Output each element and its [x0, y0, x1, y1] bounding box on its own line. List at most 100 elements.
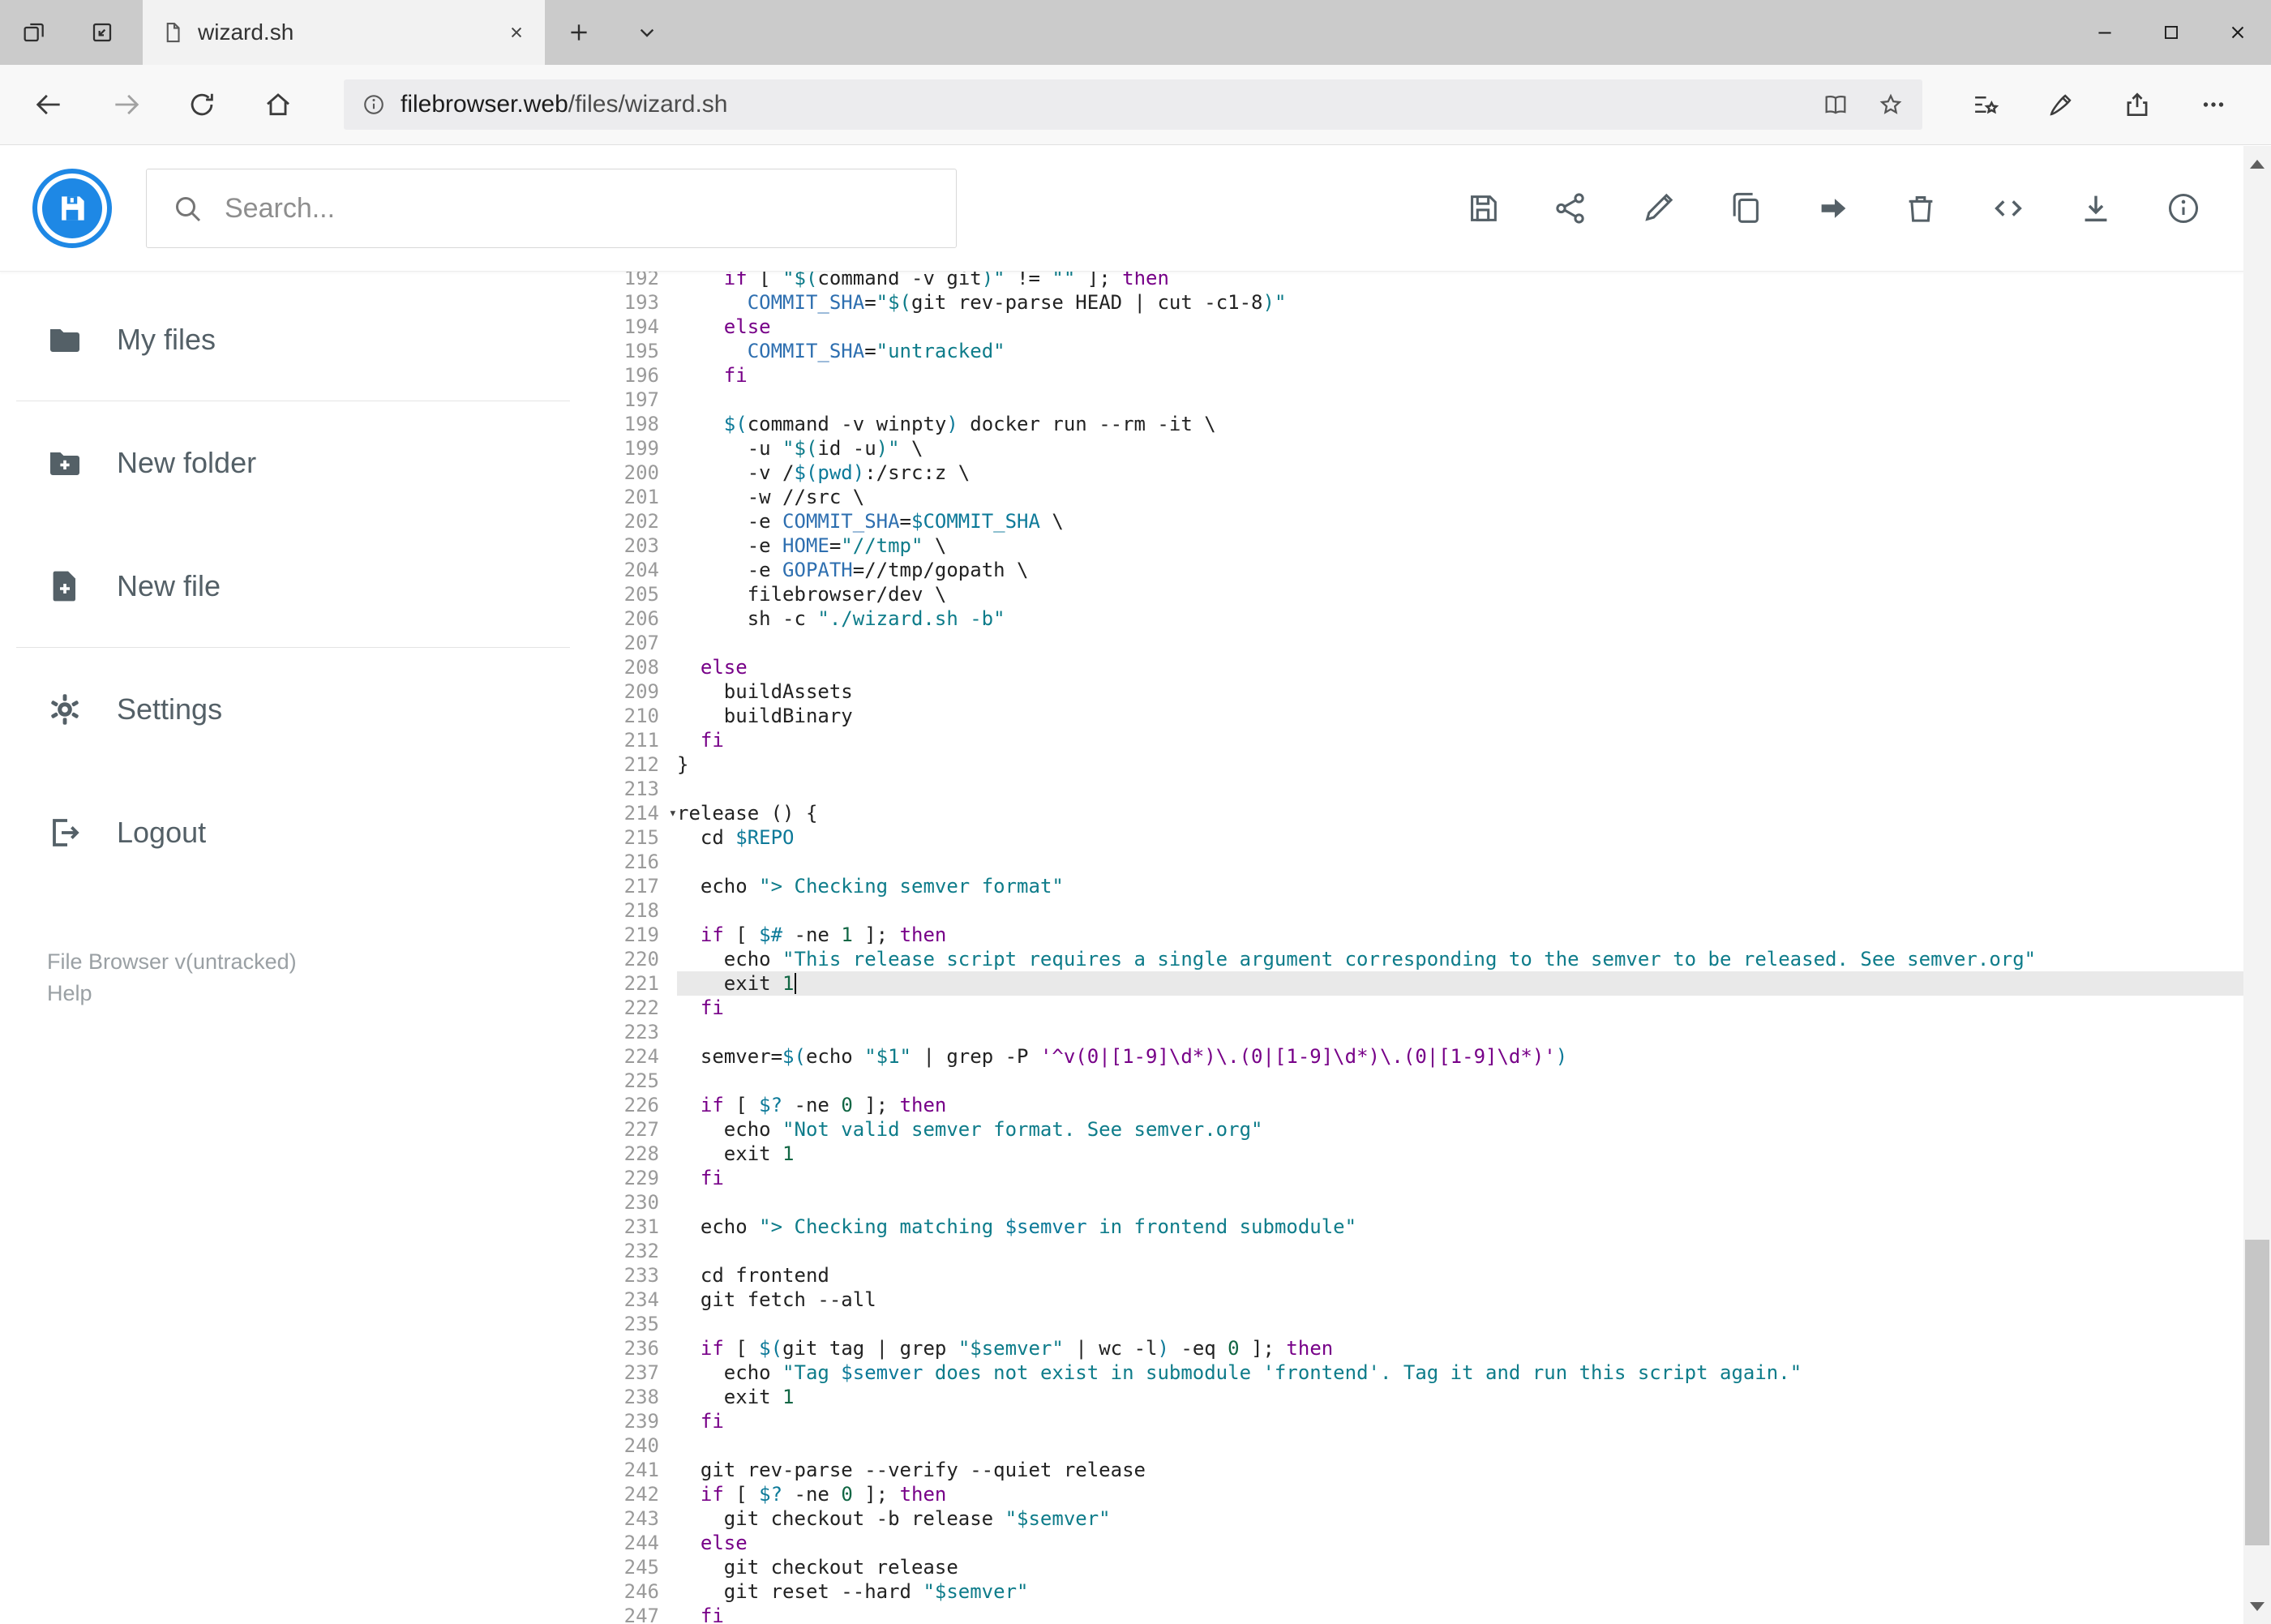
code-line[interactable]: 204 -e GOPATH=//tmp/gopath \	[586, 558, 2271, 582]
fold-arrow-icon[interactable]: ▾	[669, 801, 677, 825]
code-line[interactable]: 237 echo "Tag $semver does not exist in …	[586, 1360, 2271, 1385]
code-text[interactable]: exit 1	[677, 1142, 2271, 1166]
tab-close-icon[interactable]	[506, 22, 527, 43]
code-line[interactable]: 234 git fetch --all	[586, 1288, 2271, 1312]
share-nodes-icon[interactable]	[1536, 174, 1605, 242]
code-text[interactable]	[677, 1312, 2271, 1336]
code-line[interactable]: 214 ▾ release () {	[586, 801, 2271, 825]
code-line[interactable]: 236 if [ $(git tag | grep "$semver" | wc…	[586, 1336, 2271, 1360]
tabs-dropdown-icon[interactable]	[613, 0, 681, 65]
code-text[interactable]: cd $REPO	[677, 825, 2271, 850]
code-line[interactable]: 192 if [ "$(command -v git)" != "" ]; th…	[586, 272, 2271, 290]
set-tabs-aside-icon[interactable]	[68, 0, 136, 65]
sidebar-item-my-files[interactable]: My files	[0, 294, 586, 385]
share-icon[interactable]	[2099, 75, 2175, 135]
sidebar-item-new-file[interactable]: New file	[0, 541, 586, 632]
code-line[interactable]: 239 fi	[586, 1409, 2271, 1433]
code-text[interactable]: COMMIT_SHA="untracked"	[677, 339, 2271, 363]
code-text[interactable]: $(command -v winpty) docker run --rm -it…	[677, 412, 2271, 436]
code-text[interactable]: fi	[677, 1409, 2271, 1433]
code-text[interactable]: echo "> Checking matching $semver in fro…	[677, 1215, 2271, 1239]
code-line[interactable]: 227 echo "Not valid semver format. See s…	[586, 1117, 2271, 1142]
more-icon[interactable]	[2175, 75, 2252, 135]
code-text[interactable]: git rev-parse --verify --quiet release	[677, 1458, 2271, 1482]
save-icon[interactable]	[1449, 174, 1517, 242]
code-text[interactable]: else	[677, 1531, 2271, 1555]
code-editor[interactable]: 192 if [ "$(command -v git)" != "" ]; th…	[586, 272, 2271, 1624]
code-text[interactable]: echo "Tag $semver does not exist in subm…	[677, 1360, 2271, 1385]
tabs-aside-icon[interactable]	[0, 0, 68, 65]
code-line[interactable]: 241 git rev-parse --verify --quiet relea…	[586, 1458, 2271, 1482]
code-line[interactable]: 193 COMMIT_SHA="$(git rev-parse HEAD | c…	[586, 290, 2271, 315]
code-text[interactable]: buildAssets	[677, 679, 2271, 704]
code-text[interactable]	[677, 898, 2271, 923]
code-text[interactable]: echo "Not valid semver format. See semve…	[677, 1117, 2271, 1142]
code-line[interactable]: 219 if [ $# -ne 1 ]; then	[586, 923, 2271, 947]
copy-icon[interactable]	[1712, 174, 1780, 242]
code-line[interactable]: 218	[586, 898, 2271, 923]
code-line[interactable]: 194 else	[586, 315, 2271, 339]
sidebar-item-new-folder[interactable]: New folder	[0, 418, 586, 508]
reading-view-icon[interactable]	[1822, 91, 1849, 118]
code-text[interactable]: cd frontend	[677, 1263, 2271, 1288]
code-text[interactable]: exit 1	[677, 1385, 2271, 1409]
code-text[interactable]: if [ $(git tag | grep "$semver" | wc -l)…	[677, 1336, 2271, 1360]
code-text[interactable]: filebrowser/dev \	[677, 582, 2271, 606]
code-text[interactable]: -e GOPATH=//tmp/gopath \	[677, 558, 2271, 582]
code-text[interactable]	[677, 388, 2271, 412]
code-text[interactable]: git fetch --all	[677, 1288, 2271, 1312]
code-line[interactable]: 243 git checkout -b release "$semver"	[586, 1506, 2271, 1531]
code-line[interactable]: 213	[586, 777, 2271, 801]
code-text[interactable]: -w //src \	[677, 485, 2271, 509]
download-icon[interactable]	[2062, 174, 2130, 242]
code-line[interactable]: 197	[586, 388, 2271, 412]
code-text[interactable]: git checkout -b release "$semver"	[677, 1506, 2271, 1531]
code-line[interactable]: 209 buildAssets	[586, 679, 2271, 704]
delete-icon[interactable]	[1887, 174, 1955, 242]
code-text[interactable]: if [ $? -ne 0 ]; then	[677, 1482, 2271, 1506]
code-text[interactable]: COMMIT_SHA="$(git rev-parse HEAD | cut -…	[677, 290, 2271, 315]
code-line[interactable]: 225	[586, 1069, 2271, 1093]
code-text[interactable]: }	[677, 752, 2271, 777]
page-info-icon[interactable]	[362, 92, 386, 117]
code-text[interactable]: -v /$(pwd):/src:z \	[677, 461, 2271, 485]
code-line[interactable]: 220 echo "This release script requires a…	[586, 947, 2271, 971]
code-line[interactable]: 226 if [ $? -ne 0 ]; then	[586, 1093, 2271, 1117]
code-line[interactable]: 230	[586, 1190, 2271, 1215]
code-line[interactable]: 240	[586, 1433, 2271, 1458]
code-line[interactable]: 223	[586, 1020, 2271, 1044]
search-input[interactable]	[225, 192, 932, 225]
code-text[interactable]	[677, 1069, 2271, 1093]
url-text[interactable]: filebrowser.web/files/wizard.sh	[401, 91, 728, 118]
code-text[interactable]: if [ $# -ne 1 ]; then	[677, 923, 2271, 947]
code-text[interactable]	[677, 1190, 2271, 1215]
code-text[interactable]	[677, 777, 2271, 801]
minimize-icon[interactable]	[2072, 0, 2138, 65]
code-line[interactable]: 245 git checkout release	[586, 1555, 2271, 1579]
code-line[interactable]: 231 echo "> Checking matching $semver in…	[586, 1215, 2271, 1239]
code-text[interactable]	[677, 850, 2271, 874]
code-line[interactable]: 215 cd $REPO	[586, 825, 2271, 850]
code-line[interactable]: 206 sh -c "./wizard.sh -b"	[586, 606, 2271, 631]
code-line[interactable]: 211 fi	[586, 728, 2271, 752]
home-icon[interactable]	[240, 75, 316, 135]
forward-icon[interactable]	[88, 75, 164, 135]
sidebar-item-settings[interactable]: Settings	[0, 664, 586, 755]
favorite-star-icon[interactable]	[1877, 91, 1905, 118]
back-icon[interactable]	[11, 75, 88, 135]
code-text[interactable]: else	[677, 655, 2271, 679]
code-line[interactable]: 222 fi	[586, 996, 2271, 1020]
browser-tab[interactable]: wizard.sh	[143, 0, 545, 65]
code-line[interactable]: 200 -v /$(pwd):/src:z \	[586, 461, 2271, 485]
move-icon[interactable]	[1799, 174, 1867, 242]
code-line[interactable]: 238 exit 1	[586, 1385, 2271, 1409]
code-text[interactable]	[677, 1239, 2271, 1263]
code-text[interactable]: fi	[677, 996, 2271, 1020]
code-text[interactable]: exit 1	[677, 971, 2271, 996]
code-line[interactable]: 232	[586, 1239, 2271, 1263]
scrollbar-thumb[interactable]	[2245, 1240, 2269, 1545]
code-line[interactable]: 224 semver=$(echo "$1" | grep -P '^v(0|[…	[586, 1044, 2271, 1069]
help-link[interactable]: Help	[47, 978, 586, 1009]
code-line[interactable]: 202 -e COMMIT_SHA=$COMMIT_SHA \	[586, 509, 2271, 533]
address-bar[interactable]: filebrowser.web/files/wizard.sh	[344, 79, 1922, 130]
